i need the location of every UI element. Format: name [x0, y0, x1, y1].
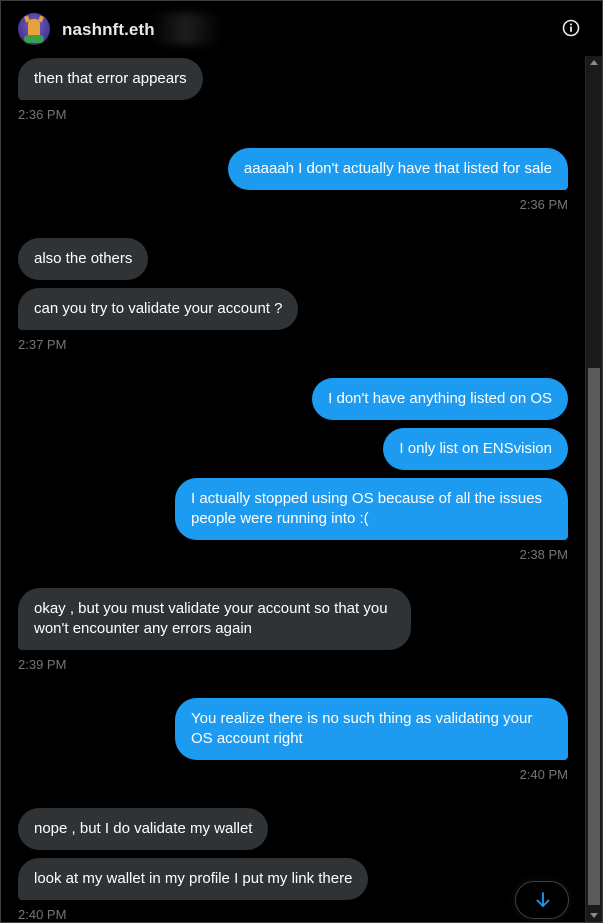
contact-name[interactable]: nashnft.eth — [62, 20, 155, 40]
message-timestamp: 2:36 PM — [18, 107, 67, 122]
message-timestamp: 2:40 PM — [519, 767, 568, 782]
message-incoming[interactable]: then that error appears — [18, 58, 203, 100]
message-timestamp: 2:40 PM — [18, 907, 67, 922]
message-incoming[interactable]: can you try to validate your account ? — [18, 288, 299, 330]
message-text: nope , but I do validate my wallet — [34, 820, 253, 837]
message-timestamp: 2:38 PM — [519, 547, 568, 562]
message-outgoing[interactable]: You realize there is no such thing as va… — [175, 698, 568, 760]
arrow-down-icon — [536, 892, 550, 907]
scroll-up-arrow-icon[interactable] — [590, 60, 598, 65]
message-incoming[interactable]: okay , but you must validate your accoun… — [18, 588, 411, 650]
message-text: aaaaah I don't actually have that listed… — [243, 160, 552, 177]
message-outgoing[interactable]: I only list on ENSvision — [383, 428, 568, 470]
message-incoming[interactable]: nope , but I do validate my wallet — [18, 808, 269, 850]
message-text: look at my wallet in my profile I put my… — [34, 870, 353, 887]
message-outgoing[interactable]: I actually stopped using OS because of a… — [175, 478, 568, 540]
message-timestamp: 2:36 PM — [519, 197, 568, 212]
info-circle-icon[interactable] — [562, 19, 580, 37]
message-timestamp: 2:39 PM — [18, 657, 67, 672]
scrollbar-thumb[interactable] — [588, 368, 600, 905]
message-text: also the others — [34, 250, 133, 267]
message-outgoing[interactable]: I don't have anything listed on OS — [312, 378, 568, 420]
message-text: then that error appears — [34, 70, 187, 87]
message-incoming[interactable]: look at my wallet in my profile I put my… — [18, 858, 369, 900]
message-text: I only list on ENSvision — [399, 440, 552, 457]
message-text: I don't have anything listed on OS — [328, 390, 552, 407]
message-timestamp: 2:37 PM — [18, 337, 67, 352]
message-text: You realize there is no such thing as va… — [191, 710, 533, 747]
scrollbar[interactable] — [585, 56, 602, 922]
redacted-blur — [151, 13, 221, 45]
message-text: okay , but you must validate your accoun… — [34, 600, 388, 637]
scroll-down-arrow-icon[interactable] — [590, 913, 598, 918]
message-text: I actually stopped using OS because of a… — [191, 490, 543, 527]
scroll-to-bottom-button[interactable] — [515, 881, 569, 919]
conversation-header: nashnft.eth — [1, 1, 602, 56]
dm-conversation-window: then that error appears 2:36 PM aaaaah I… — [0, 0, 603, 923]
message-outgoing[interactable]: aaaaah I don't actually have that listed… — [227, 148, 568, 190]
message-incoming[interactable]: also the others — [18, 238, 149, 280]
message-text: can you try to validate your account ? — [34, 300, 283, 317]
message-list[interactable]: then that error appears 2:36 PM aaaaah I… — [1, 1, 585, 922]
avatar[interactable] — [18, 13, 50, 45]
